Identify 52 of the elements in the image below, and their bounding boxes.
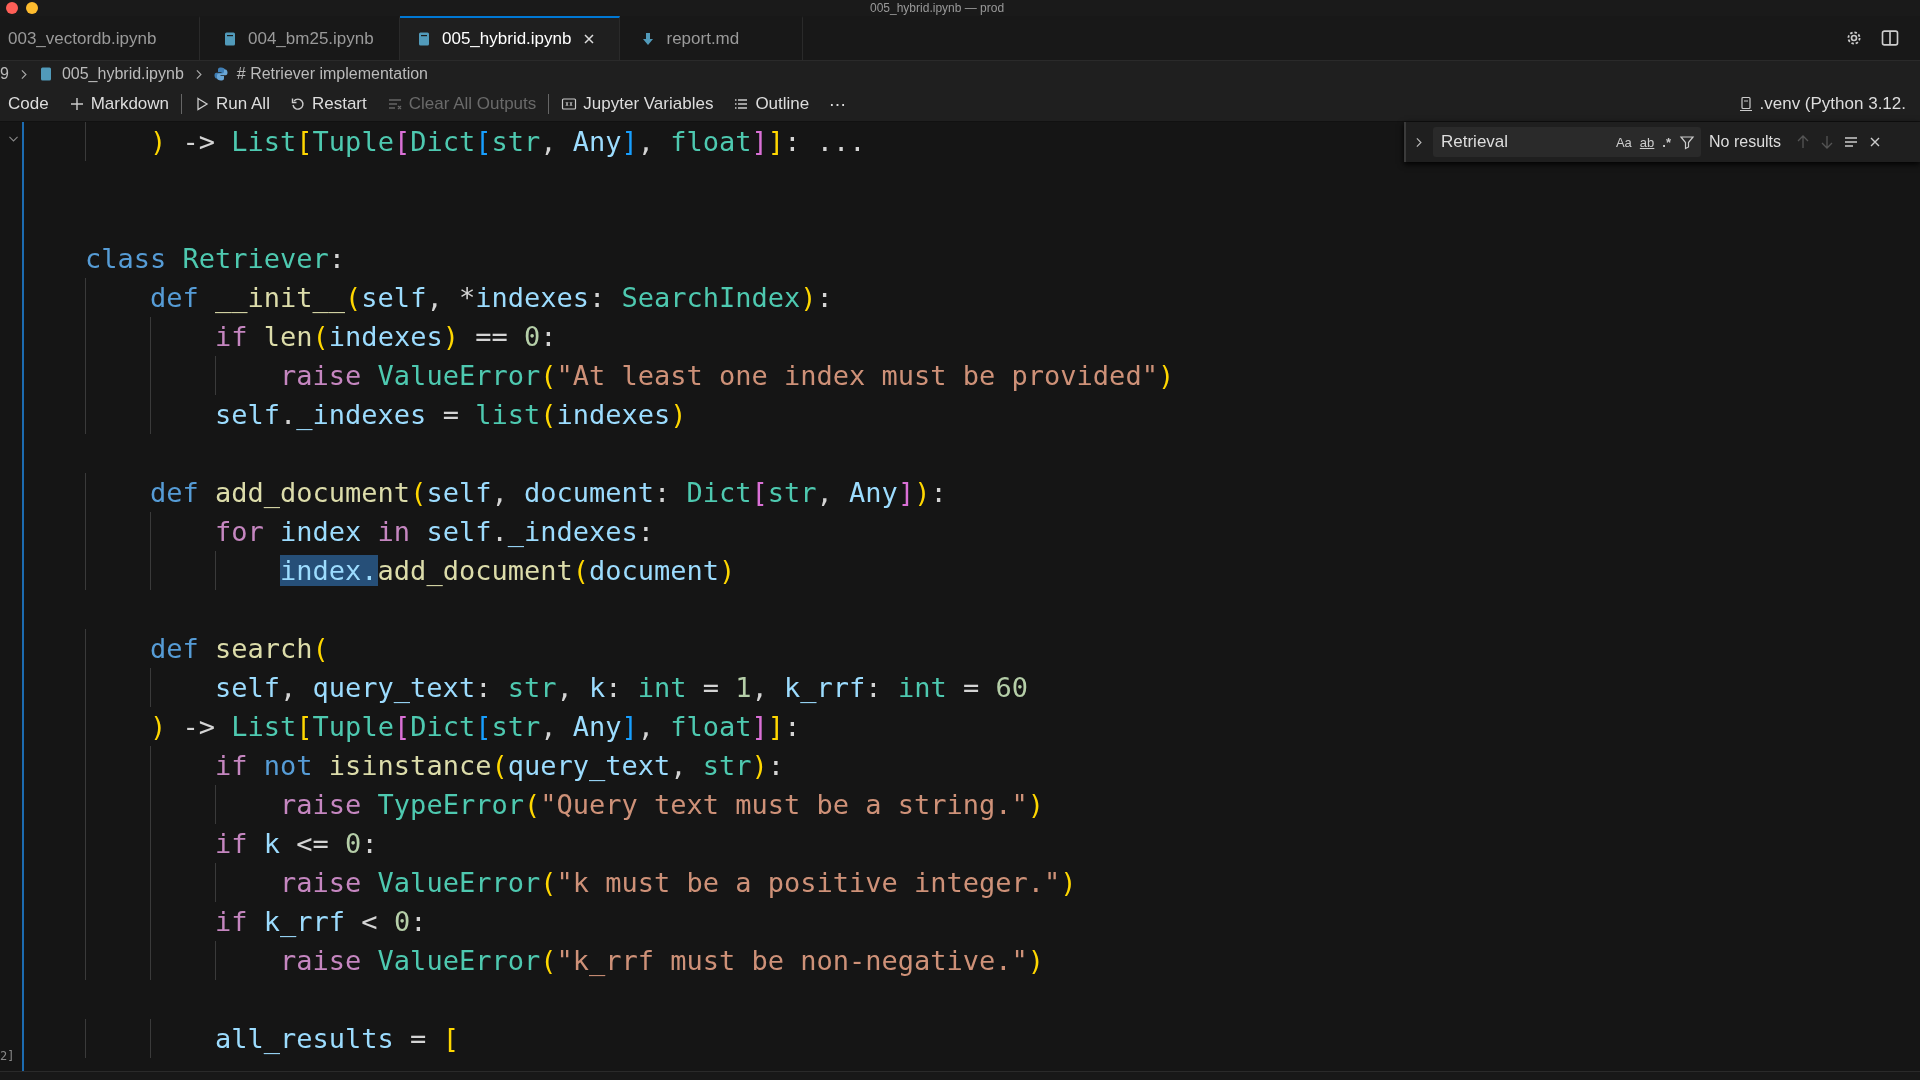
find-option-toggle[interactable]: Aa — [1615, 134, 1632, 150]
code-line: raise ValueError("At least one index must be provided") — [280, 359, 1175, 393]
find-option-toggle[interactable]: ab — [1639, 134, 1655, 150]
find-option-toggle[interactable]: .* — [1662, 134, 1671, 150]
code-line: index.add_document(document) — [280, 554, 736, 588]
code-line: raise ValueError("k must be a positive integer.") — [280, 866, 1077, 900]
find-result-count: No results — [1709, 133, 1782, 151]
notebook-icon — [222, 31, 238, 47]
clear-icon — [386, 96, 403, 112]
toolbar-button[interactable]: Restart — [281, 92, 375, 116]
code-line: ) -> List[Tuple[Dict[str, Any], float]]: — [150, 710, 801, 744]
code-line: self._indexes = list(indexes) — [215, 398, 687, 432]
toolbar-button[interactable]: Markdown — [60, 92, 178, 116]
window-title: 005_hybrid.ipynb — prod — [870, 1, 1005, 15]
breadcrumb-item[interactable]: # Retriever implementation — [236, 65, 428, 83]
filter-icon[interactable] — [1679, 134, 1695, 150]
list-icon — [733, 96, 750, 112]
code-line: all_results = [ — [215, 1022, 459, 1056]
code-line: def add_document(self, document: Dict[str, Any]): — [150, 476, 947, 510]
code-line: raise ValueError("k_rrf must be non-negative.") — [280, 944, 1045, 978]
toolbar-button[interactable]: Run All — [186, 92, 278, 116]
code-line: raise TypeError("Query text must be a string.") — [280, 788, 1045, 822]
kernel-picker[interactable]: .venv (Python 3.12. — [1729, 92, 1914, 116]
editor-tab[interactable]: 005_hybrid.ipynb — [400, 16, 621, 60]
plus-icon — [68, 96, 85, 112]
breadcrumb-item[interactable]: 9 — [0, 65, 9, 83]
python-icon — [212, 66, 229, 82]
toolbar-button[interactable]: ⋯ — [821, 91, 855, 117]
code-line: for index in self._indexes: — [215, 515, 654, 549]
split-editor-icon[interactable] — [1880, 28, 1900, 48]
toolbar-button[interactable]: Jupyter Variables — [553, 92, 722, 116]
code-line: if len(indexes) == 0: — [215, 320, 557, 354]
close-light[interactable] — [6, 2, 18, 14]
breadcrumb-item[interactable]: 005_hybrid.ipynb — [61, 65, 184, 83]
code-line: if k <= 0: — [215, 827, 378, 861]
code-line: def search( — [150, 632, 329, 666]
code-line: ) -> List[Tuple[Dict[str, Any], float]]: ... — [150, 125, 866, 159]
variables-icon — [561, 96, 578, 112]
code-line: def __init__(self, *indexes: SearchIndex): — [150, 281, 833, 315]
code-line: class Retriever: — [85, 242, 346, 276]
toolbar-button[interactable]: Code — [0, 92, 57, 116]
server-icon — [1737, 96, 1754, 112]
code-line: if k_rrf < 0: — [215, 905, 427, 939]
code-line: self, query_text: str, k: int = 1, k_rrf: int = 60 — [215, 671, 1028, 705]
restart-icon — [289, 96, 306, 112]
lines-icon[interactable] — [1843, 134, 1860, 150]
minimize-light[interactable] — [26, 2, 38, 14]
cell-label: 2] — [0, 1049, 15, 1063]
notebook-icon — [416, 31, 432, 47]
toolbar-button[interactable]: Outline — [725, 92, 818, 116]
code-line: if not isinstance(query_text, str): — [215, 749, 785, 783]
find-field[interactable]: Retrieval Aa ab .* — [1433, 127, 1701, 157]
